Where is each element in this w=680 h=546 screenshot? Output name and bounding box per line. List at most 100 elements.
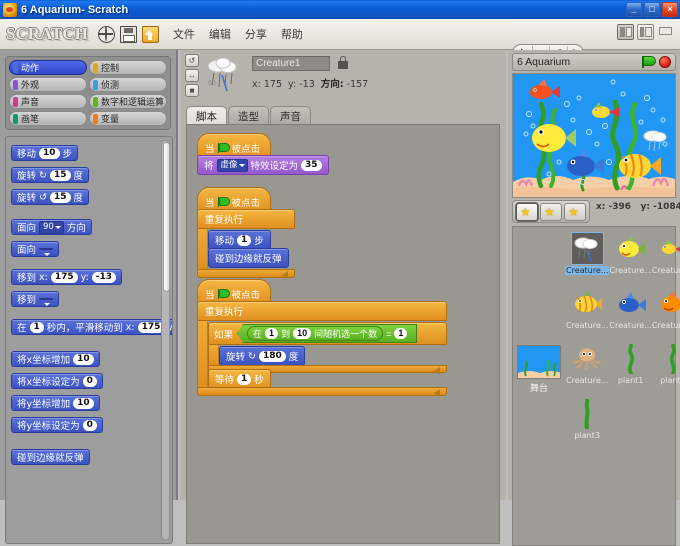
sprite-item-7[interactable]: plant1 bbox=[609, 340, 651, 395]
menu-help[interactable]: 帮助 bbox=[279, 24, 305, 44]
pick-random-block[interactable]: 在 1 到 10 间随机选一个数 bbox=[247, 326, 383, 341]
stop-button[interactable] bbox=[659, 56, 671, 68]
sprite-item-9[interactable]: plant3 bbox=[565, 395, 609, 450]
sprite-coordinates: x: 175 y: -13 方向: -157 bbox=[252, 76, 368, 90]
turn-right-block-input-2[interactable]: 15 bbox=[50, 170, 71, 181]
point-in-direction-block-dropdown-1[interactable]: 90 bbox=[39, 221, 64, 234]
folder-upload-icon[interactable] bbox=[142, 26, 159, 43]
category-looks[interactable]: 外观 bbox=[9, 77, 87, 92]
sprite-item-5[interactable]: Creature... bbox=[652, 285, 680, 340]
globe-icon[interactable] bbox=[98, 26, 115, 43]
category-operators[interactable]: 数字和逻辑运算 bbox=[89, 94, 167, 109]
random-from-input[interactable]: 1 bbox=[265, 328, 278, 339]
move-steps-input[interactable]: 1 bbox=[237, 235, 251, 246]
category-sound[interactable]: 声音 bbox=[9, 94, 87, 109]
paint-new-sprite-button[interactable]: ★ bbox=[516, 203, 538, 221]
minimize-button[interactable]: _ bbox=[626, 2, 642, 17]
category-control-color bbox=[93, 63, 98, 73]
category-variables[interactable]: 变量 bbox=[89, 111, 167, 126]
wait-seconds-input[interactable]: 1 bbox=[237, 374, 251, 385]
turn-degrees-input[interactable]: 180 bbox=[259, 351, 286, 362]
palette-block-list[interactable]: 移动10步旋转↻15度旋转↺15度面向90方向面向移到x:175y:-13 移到在… bbox=[5, 136, 173, 544]
script2-move-block[interactable]: 移动 1 步 bbox=[208, 230, 271, 250]
glide-to-xy-block[interactable]: 在1秒内，平滑移动到x:175y:-13 bbox=[11, 319, 173, 335]
menu-share[interactable]: 分享 bbox=[243, 24, 269, 44]
tab-scripts[interactable]: 脚本 bbox=[186, 106, 227, 126]
go-to-target-block[interactable]: 移到 bbox=[11, 291, 59, 307]
move-steps-block[interactable]: 移动10步 bbox=[11, 145, 78, 161]
change-x-by-block[interactable]: 将x坐标增加10 bbox=[11, 351, 100, 367]
turn-right-block[interactable]: 旋转↻15度 bbox=[11, 167, 89, 183]
set-y-to-block[interactable]: 将y坐标设定为0 bbox=[11, 417, 103, 433]
change-y-by-block-input-1[interactable]: 10 bbox=[73, 398, 94, 409]
category-motion[interactable]: 动作 bbox=[9, 60, 87, 75]
script-canvas[interactable]: 当 被点击 将 虚像 特效设定为 35 当 被点击 重复执行 bbox=[186, 124, 500, 544]
point-towards-block-dropdown-1[interactable] bbox=[39, 248, 53, 250]
random-equals-condition[interactable]: 在 1 到 10 间随机选一个数 = 1 bbox=[237, 324, 417, 343]
no-rotate-button[interactable]: ■ bbox=[185, 84, 199, 97]
point-in-direction-block[interactable]: 面向90方向 bbox=[11, 219, 92, 235]
go-to-xy-block-input-2[interactable]: 175 bbox=[51, 272, 78, 283]
set-x-to-block[interactable]: 将x坐标设定为0 bbox=[11, 373, 103, 389]
point-towards-block[interactable]: 面向 bbox=[11, 241, 59, 257]
flip-button[interactable]: ↔ bbox=[185, 69, 199, 82]
close-icon: × bbox=[667, 5, 672, 14]
script2-forever-block[interactable]: 重复执行 移动 1 步 碰到边缘就反弹 bbox=[197, 209, 295, 278]
maximize-button[interactable]: □ bbox=[644, 2, 660, 17]
tab-costumes[interactable]: 造型 bbox=[228, 106, 269, 126]
effect-dropdown[interactable]: 虚像 bbox=[217, 159, 248, 172]
stage-header: 6 Aquarium bbox=[512, 53, 676, 71]
category-sensing-label: 侦测 bbox=[101, 78, 119, 91]
compare-value-input[interactable]: 1 bbox=[394, 328, 407, 339]
sprite-item-6[interactable]: Creature... bbox=[565, 340, 609, 395]
close-button[interactable]: × bbox=[662, 2, 678, 17]
stage-display[interactable] bbox=[512, 73, 676, 198]
change-y-by-block[interactable]: 将y坐标增加10 bbox=[11, 395, 100, 411]
effect-value-input[interactable]: 35 bbox=[301, 160, 322, 171]
green-flag-button[interactable] bbox=[641, 56, 655, 68]
turn-left-block[interactable]: 旋转↺15度 bbox=[11, 189, 89, 205]
small-stage-view-button[interactable] bbox=[617, 24, 634, 40]
normal-stage-view-button[interactable] bbox=[637, 24, 654, 40]
save-icon[interactable] bbox=[120, 26, 137, 43]
presentation-view-button[interactable] bbox=[657, 24, 674, 40]
stage-list-item[interactable]: 舞台 bbox=[516, 345, 562, 405]
glide-to-xy-block-input-1[interactable]: 1 bbox=[30, 322, 44, 333]
category-control[interactable]: 控制 bbox=[89, 60, 167, 75]
go-to-xy-block-input-4[interactable]: -13 bbox=[92, 272, 116, 283]
lock-icon[interactable] bbox=[338, 56, 348, 69]
set-x-to-block-input-1[interactable]: 0 bbox=[83, 376, 97, 387]
set-y-to-block-input-1[interactable]: 0 bbox=[83, 420, 97, 431]
palette-scrollbar-thumb[interactable] bbox=[163, 142, 170, 292]
bounce-on-edge-block[interactable]: 碰到边缘就反弹 bbox=[11, 449, 90, 465]
change-x-by-block-input-1[interactable]: 10 bbox=[73, 354, 94, 365]
palette-scrollbar[interactable] bbox=[161, 140, 170, 540]
sprite-item-0[interactable]: Creature... bbox=[565, 230, 609, 285]
category-pen[interactable]: 画笔 bbox=[9, 111, 87, 126]
go-to-xy-block[interactable]: 移到x:175y:-13 bbox=[11, 269, 122, 285]
tab-sounds[interactable]: 声音 bbox=[270, 106, 311, 126]
script3-forever-block[interactable]: 重复执行 如果 在 1 到 10 bbox=[197, 301, 447, 396]
import-sprite-button[interactable]: ★ bbox=[540, 203, 562, 221]
move-steps-block-input-1[interactable]: 10 bbox=[39, 148, 60, 159]
script3-wait-block[interactable]: 等待 1 秒 bbox=[208, 369, 271, 389]
sprite-item-2[interactable]: Creature... bbox=[652, 230, 680, 285]
sprite-item-8[interactable]: plant2 bbox=[652, 340, 680, 395]
menu-file[interactable]: 文件 bbox=[171, 24, 197, 44]
sprite-item-1[interactable]: Creature... bbox=[609, 230, 651, 285]
sprite-list-pane[interactable]: 舞台 Creature... bbox=[512, 226, 676, 546]
script3-turn-block[interactable]: 旋转 ↻ 180 度 bbox=[219, 346, 305, 366]
rotate-button[interactable]: ↺ bbox=[185, 54, 199, 67]
sprite-name-input[interactable]: Creature1 bbox=[252, 56, 330, 71]
category-sensing[interactable]: 侦测 bbox=[89, 77, 167, 92]
go-to-target-block-dropdown-1[interactable] bbox=[39, 298, 53, 300]
surprise-sprite-button[interactable]: ★ bbox=[564, 203, 586, 221]
sprite-item-3[interactable]: Creature... bbox=[565, 285, 609, 340]
sprite-item-4[interactable]: Creature... bbox=[609, 285, 651, 340]
turn-left-block-input-2[interactable]: 15 bbox=[50, 192, 71, 203]
random-to-input[interactable]: 10 bbox=[293, 328, 311, 339]
menu-edit[interactable]: 编辑 bbox=[207, 24, 233, 44]
script2-bounce-block[interactable]: 碰到边缘就反弹 bbox=[208, 248, 289, 268]
script1-set-effect-block[interactable]: 将 虚像 特效设定为 35 bbox=[197, 155, 329, 175]
script3-if-block[interactable]: 如果 在 1 到 10 间随机选一个数 = 1 bbox=[208, 322, 447, 373]
